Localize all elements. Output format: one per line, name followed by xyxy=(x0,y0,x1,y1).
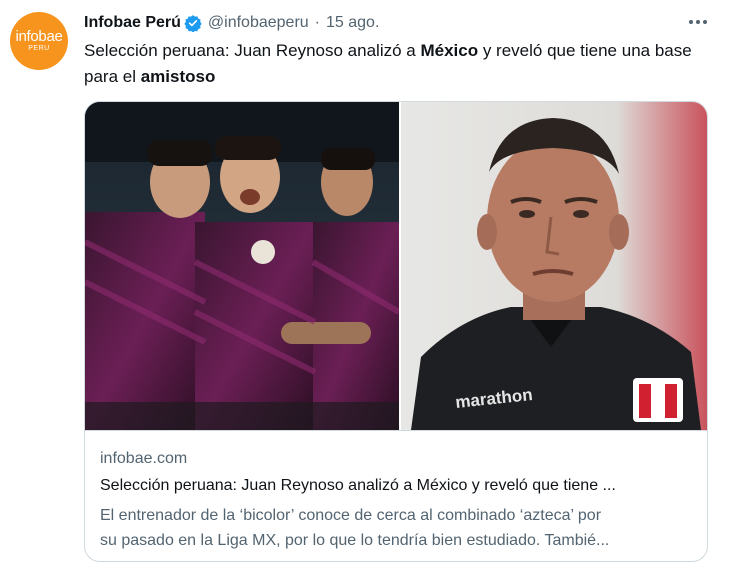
tweet-text: Selección peruana: Juan Reynoso analizó … xyxy=(84,38,714,90)
avatar[interactable]: infobae PERU xyxy=(10,12,68,70)
author-name[interactable]: Infobae Perú xyxy=(84,14,181,32)
tweet-text-bold-amistoso: amistoso xyxy=(140,67,216,86)
tweet: infobae PERU Infobae Perú @infobaeperu ·… xyxy=(0,0,740,565)
card-media: marathon xyxy=(85,102,707,430)
card-description: El entrenador de la ‘bicolor’ conoce de … xyxy=(100,503,698,553)
tweet-text-part1: Selección peruana: Juan Reynoso analizó … xyxy=(84,41,421,60)
players-celebrating-image xyxy=(85,102,399,430)
card-description-line2: su pasado en la Liga MX, por lo que lo t… xyxy=(100,532,610,549)
verified-badge-icon xyxy=(184,15,202,32)
coach-portrait-image: marathon xyxy=(401,102,707,430)
author-handle[interactable]: @infobaeperu xyxy=(208,14,309,32)
tweet-text-bold-mexico: México xyxy=(420,41,479,60)
card-image-coach: marathon xyxy=(401,102,707,430)
card-body: infobae.com Selección peruana: Juan Reyn… xyxy=(85,430,707,549)
card-domain: infobae.com xyxy=(100,450,188,467)
card-image-players xyxy=(85,102,399,430)
separator-dot: · xyxy=(314,14,320,31)
link-preview-card[interactable]: marathon infobae.com Selección peruana: … xyxy=(84,101,708,562)
tweet-date[interactable]: 15 ago. xyxy=(326,14,379,32)
avatar-logo-text: infobae xyxy=(15,28,63,45)
tweet-header: Infobae Perú @infobaeperu · 15 ago. xyxy=(84,12,379,34)
more-options-icon[interactable] xyxy=(686,12,710,32)
avatar-logo-subtext: PERU xyxy=(28,45,50,52)
card-title: Selección peruana: Juan Reynoso analizó … xyxy=(100,477,616,494)
more-dots-glyph xyxy=(689,20,707,24)
card-description-line1: El entrenador de la ‘bicolor’ conoce de … xyxy=(100,507,602,524)
